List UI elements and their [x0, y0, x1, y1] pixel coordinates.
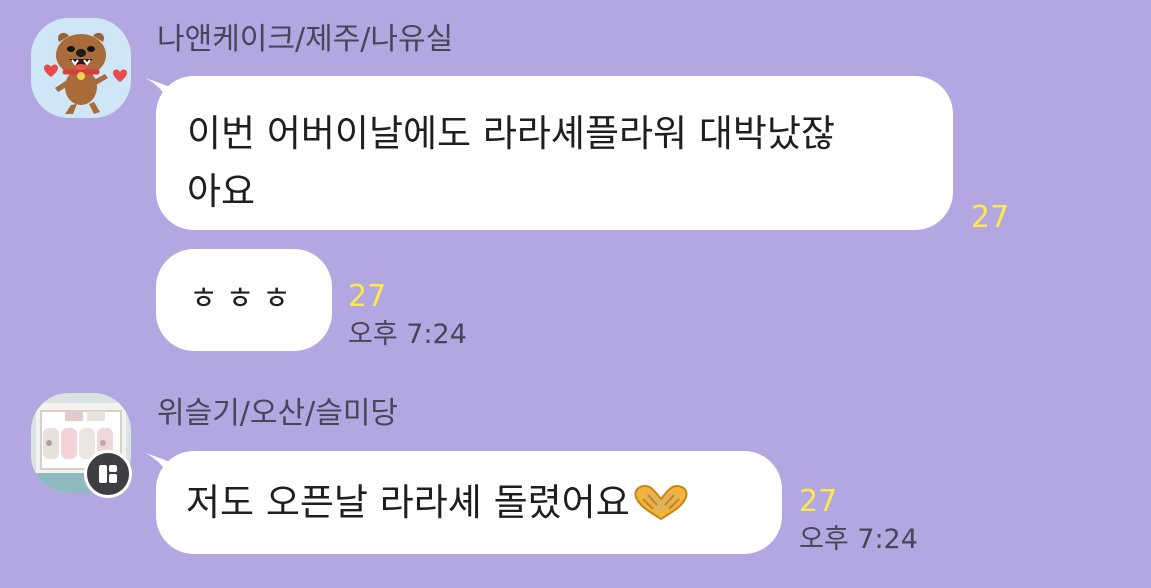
message-text: ㅎㅎㅎ	[189, 281, 299, 317]
message-text-line: 아요	[187, 170, 256, 213]
message-text: 저도 오픈날 라라셰 돌렸어요	[186, 481, 630, 524]
unread-count: 27	[799, 484, 838, 519]
message-text-line: 이번 어버이날에도 라라셰플라워 대박났잖	[187, 112, 836, 155]
message-bubble[interactable]: ㅎㅎㅎ	[156, 249, 332, 351]
heart-hands-emoji-icon	[632, 483, 690, 534]
message-bubble[interactable]: 이번 어버이날에도 라라셰플라워 대박났잖 아요	[156, 76, 953, 230]
unread-count: 27	[348, 279, 387, 314]
grid-icon	[99, 465, 117, 483]
sender-name: 나앤케이크/제주/나유실	[157, 22, 454, 57]
sender-name: 위슬기/오산/슬미당	[157, 396, 399, 431]
message-timestamp: 오후 7:24	[348, 319, 467, 350]
unread-count: 27	[971, 200, 1010, 235]
sender-avatar-1[interactable]	[31, 18, 131, 118]
message-timestamp: 오후 7:24	[799, 524, 918, 555]
brown-dog-character-avatar-icon	[31, 18, 131, 118]
message-bubble[interactable]: 저도 오픈날 라라셰 돌렸어요	[156, 451, 782, 554]
channel-badge-icon	[84, 450, 132, 498]
